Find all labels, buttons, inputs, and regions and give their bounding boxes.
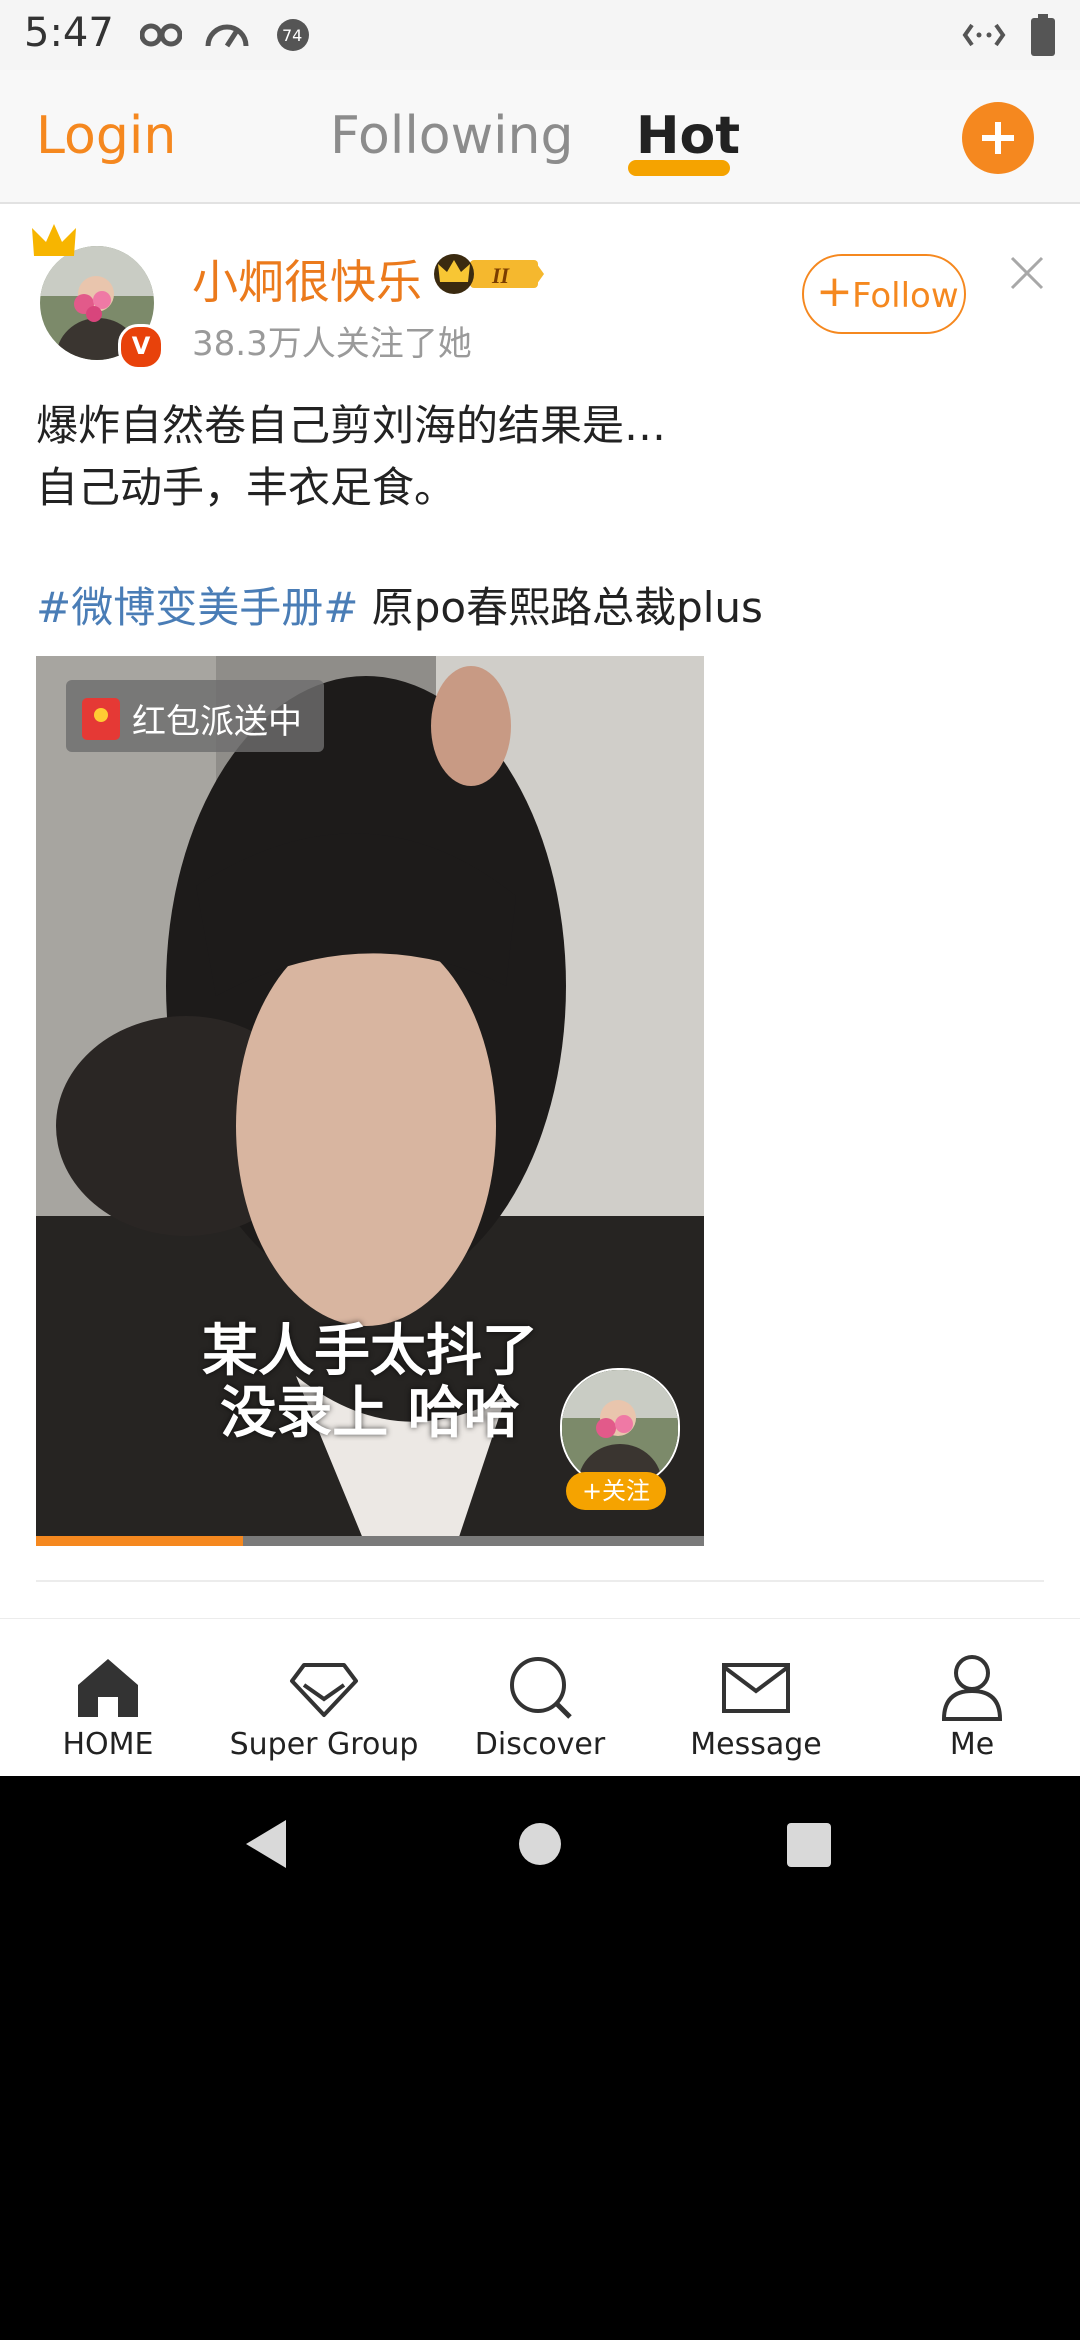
video-progress-fill bbox=[36, 1536, 243, 1546]
home-circle-icon[interactable] bbox=[518, 1822, 562, 1866]
nav-discover[interactable]: Discover bbox=[440, 1619, 640, 1776]
nav-home-label: HOME bbox=[62, 1727, 154, 1762]
red-envelope-icon bbox=[82, 698, 120, 740]
system-nav-bar bbox=[0, 1776, 1080, 1916]
red-packet-banner[interactable]: 红包派送中 bbox=[66, 680, 324, 752]
active-tab-indicator bbox=[628, 160, 730, 176]
video-author-avatar[interactable] bbox=[560, 1368, 680, 1488]
status-bar: 5:47 74 bbox=[0, 0, 1080, 70]
nav-discover-label: Discover bbox=[474, 1727, 606, 1762]
close-icon[interactable] bbox=[1010, 256, 1044, 290]
top-nav: Login Following Hot bbox=[0, 70, 1080, 204]
crown-icon bbox=[32, 224, 76, 256]
follower-count: 38.3万人关注了她 bbox=[192, 324, 472, 364]
red-packet-label: 红包派送中 bbox=[132, 702, 302, 742]
person-icon bbox=[941, 1655, 1003, 1721]
post-text-line-3: #微博变美手册# 原po春熙路总裁plus bbox=[36, 574, 763, 635]
post-text-line-1: 爆炸自然卷自己剪刘海的结果是… bbox=[36, 401, 667, 450]
plus-icon bbox=[982, 122, 1014, 154]
video-follow-button[interactable]: +关注 bbox=[566, 1472, 666, 1510]
tab-following[interactable]: Following bbox=[330, 106, 574, 166]
vip-badge-icon: II bbox=[434, 254, 544, 294]
video-player[interactable]: 红包派送中 某人手太抖了 没录上 哈哈 +关注 bbox=[36, 656, 704, 1546]
home-icon bbox=[78, 1659, 138, 1717]
follow-button[interactable]: + Follow bbox=[802, 254, 966, 334]
app-screen: 5:47 74 Login Following Hot V 小炯很快乐 II 3… bbox=[0, 0, 1080, 1776]
recents-icon[interactable] bbox=[786, 1822, 832, 1868]
nav-super-group-label: Super Group bbox=[229, 1727, 419, 1762]
nav-message[interactable]: Message bbox=[656, 1619, 856, 1776]
hashtag-link[interactable]: #微博变美手册# bbox=[36, 583, 358, 632]
nav-super-group[interactable]: Super Group bbox=[224, 1619, 424, 1776]
speedometer-icon bbox=[205, 24, 249, 48]
svg-text:II: II bbox=[491, 263, 511, 288]
post-text-line-2: 自己动手，丰衣足食。 bbox=[36, 463, 457, 512]
battery-icon bbox=[1031, 14, 1055, 56]
mail-icon bbox=[722, 1663, 790, 1713]
nav-me-label: Me bbox=[949, 1727, 995, 1762]
incognito-icon bbox=[140, 23, 182, 47]
diamond-icon bbox=[290, 1663, 358, 1717]
notification-count: 74 bbox=[282, 26, 303, 45]
plus-icon: + bbox=[816, 266, 853, 317]
username[interactable]: 小炯很快乐 bbox=[192, 246, 422, 312]
divider bbox=[36, 1580, 1044, 1582]
follow-label: Follow bbox=[852, 276, 959, 316]
search-icon bbox=[510, 1657, 572, 1719]
login-link[interactable]: Login bbox=[36, 106, 176, 166]
nav-me[interactable]: Me bbox=[872, 1619, 1072, 1776]
bottom-nav: HOME Super Group Discover Message Me bbox=[0, 1618, 1080, 1776]
status-time: 5:47 bbox=[24, 10, 114, 56]
tab-hot[interactable]: Hot bbox=[636, 106, 740, 166]
compose-button[interactable] bbox=[962, 102, 1034, 174]
post-text-rest: 原po春熙路总裁plus bbox=[358, 583, 763, 632]
verified-badge: V bbox=[118, 324, 164, 370]
nav-home[interactable]: HOME bbox=[8, 1619, 208, 1776]
nav-message-label: Message bbox=[690, 1727, 822, 1762]
back-icon[interactable] bbox=[244, 1818, 288, 1870]
data-arrows-icon bbox=[962, 23, 1006, 47]
